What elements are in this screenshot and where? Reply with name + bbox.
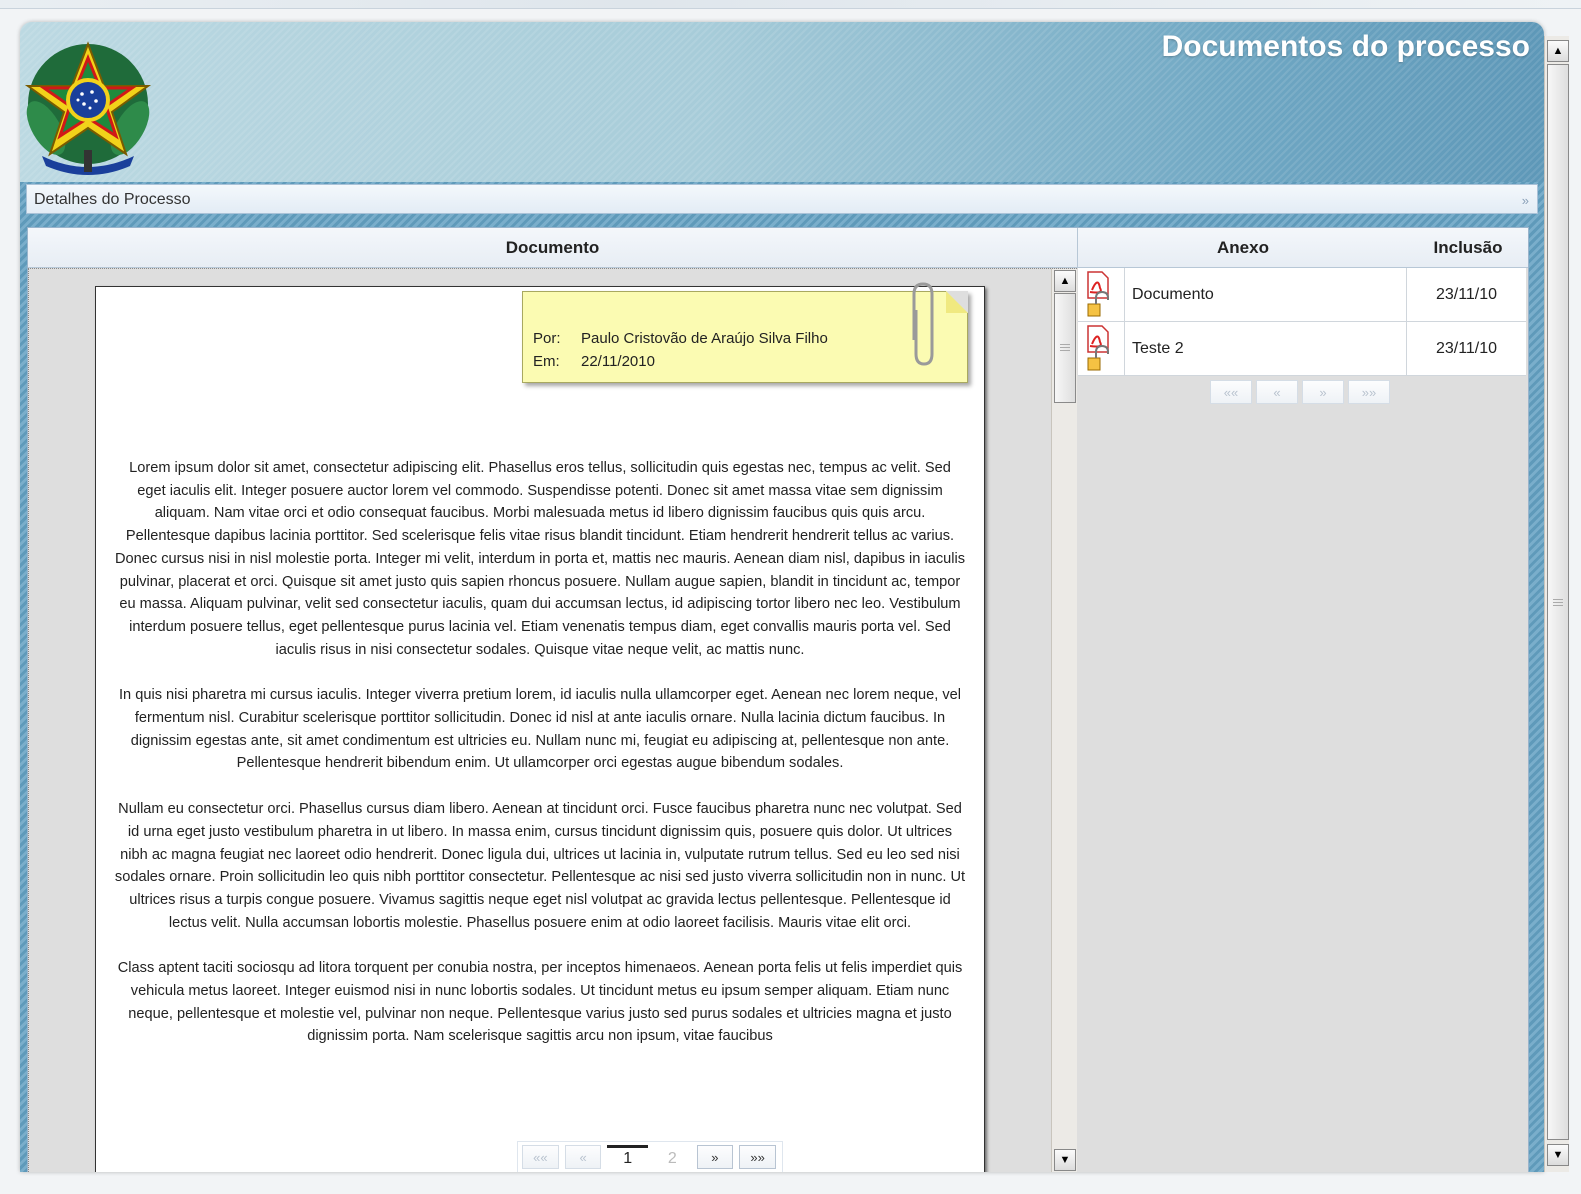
- document-viewer[interactable]: Por: Paulo Cristovão de Araújo Silva Filh…: [28, 268, 1077, 1172]
- pdf-locked-icon[interactable]: [1078, 322, 1125, 375]
- page-scrollbar[interactable]: ▲ ▼: [1544, 36, 1569, 1172]
- page-scroll-up-arrow-icon[interactable]: ▲: [1547, 40, 1569, 62]
- document-paragraph: Lorem ipsum dolor sit amet, consectetur …: [114, 460, 966, 658]
- process-details-bar[interactable]: Detalhes do Processo »: [26, 184, 1538, 214]
- expand-chevron-icon[interactable]: »: [1522, 193, 1529, 208]
- paperclip-icon: [912, 282, 934, 366]
- pager-page-2[interactable]: 2: [652, 1145, 693, 1169]
- sticky-note: Por: Paulo Cristovão de Araújo Silva Filh…: [522, 282, 968, 383]
- table-row[interactable]: Documento 23/11/10: [1078, 268, 1526, 322]
- document-scrollbar[interactable]: ▲ ▼: [1051, 269, 1077, 1172]
- note-author: Paulo Cristovão de Araújo Silva Filho: [581, 330, 828, 347]
- pager-last-button[interactable]: »»: [739, 1145, 776, 1169]
- attachments-pager: «« « » »»: [1210, 380, 1394, 404]
- attachments-panel: Documento 23/11/10 Teste 2 23/11/10 «« «: [1078, 268, 1526, 1172]
- pager-page-1[interactable]: 1: [607, 1145, 648, 1169]
- document-paragraph: Nullam eu consectetur orci. Phasellus cu…: [114, 801, 966, 931]
- document-page: Por: Paulo Cristovão de Araújo Silva Filh…: [95, 282, 985, 1172]
- scroll-down-arrow-icon[interactable]: ▼: [1054, 1149, 1076, 1171]
- document-paragraph: Class aptent taciti sociosqu ad litora t…: [117, 960, 963, 1045]
- page-scroll-down-arrow-icon[interactable]: ▼: [1547, 1144, 1569, 1166]
- scroll-up-arrow-icon[interactable]: ▲: [1054, 270, 1076, 292]
- attachments-prev-button[interactable]: «: [1256, 380, 1298, 404]
- attachment-name[interactable]: Documento: [1132, 286, 1214, 304]
- pager-prev-button[interactable]: «: [564, 1145, 602, 1169]
- document-text: Lorem ipsum dolor sit amet, consectetur …: [114, 457, 966, 1071]
- content-panel: Documento Anexo Inclusão Por: Paulo Crist…: [27, 227, 1529, 1172]
- column-header-anexo[interactable]: Anexo: [1078, 228, 1408, 268]
- attachments-last-button[interactable]: »»: [1348, 380, 1390, 404]
- note-em-label: Em:: [533, 353, 560, 370]
- top-band: [0, 0, 1581, 9]
- page-scroll-thumb[interactable]: [1547, 64, 1569, 1140]
- attachment-name[interactable]: Teste 2: [1132, 340, 1184, 358]
- attachment-date: 23/11/10: [1406, 322, 1526, 375]
- document-pager: «« « 1 2 » »»: [517, 1141, 783, 1172]
- pdf-locked-icon[interactable]: [1078, 268, 1125, 321]
- note-date: 22/11/2010: [581, 353, 655, 370]
- pager-next-button[interactable]: »: [696, 1145, 734, 1169]
- coat-of-arms-logo: [24, 41, 152, 175]
- note-por-label: Por:: [533, 330, 561, 347]
- column-header-documento[interactable]: Documento: [28, 228, 1078, 268]
- attachment-date: 23/11/10: [1406, 268, 1526, 321]
- pager-first-button[interactable]: ««: [522, 1145, 559, 1169]
- page-title: Documentos do processo: [1161, 30, 1530, 63]
- app-window: Documentos do processo Detalhes do Proce…: [20, 22, 1544, 1172]
- attachments-first-button[interactable]: ««: [1210, 380, 1252, 404]
- process-details-label: Detalhes do Processo: [34, 191, 191, 208]
- column-header-inclusao[interactable]: Inclusão: [1408, 228, 1528, 268]
- header: Documentos do processo: [20, 22, 1544, 182]
- attachments-next-button[interactable]: »: [1302, 380, 1344, 404]
- scroll-thumb[interactable]: [1054, 293, 1076, 403]
- note-fold: [946, 291, 968, 313]
- document-paragraph: In quis nisi pharetra mi cursus iaculis.…: [119, 687, 961, 772]
- table-row[interactable]: Teste 2 23/11/10: [1078, 322, 1526, 376]
